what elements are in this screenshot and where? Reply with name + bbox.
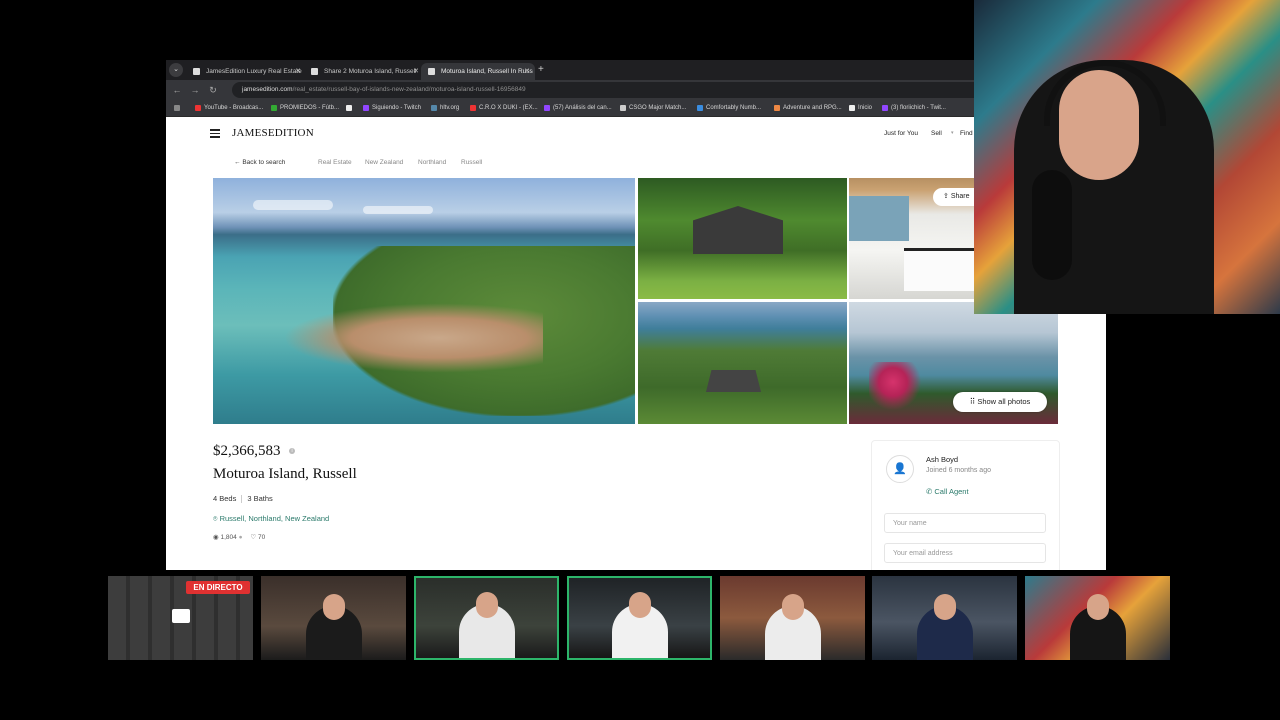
participant-head [322, 594, 345, 620]
bookmark-adventure[interactable]: Adventure and RPG... [774, 100, 842, 116]
info-icon: ● [238, 534, 245, 541]
menu-icon[interactable] [210, 129, 220, 138]
participant-tile-3[interactable] [414, 576, 559, 660]
participant-tile-4[interactable] [567, 576, 712, 660]
views-count: 1,804 [220, 534, 237, 541]
live-badge: EN DIRECTO [186, 581, 250, 594]
tab-1[interactable]: JamesEdition Luxury Real Estate ✕ [186, 63, 306, 80]
agent-card: 👤 Ash Boyd Joined 6 months ago ✆ Call Ag… [871, 440, 1060, 570]
web-page: JAMESEDITION Just for You Sell ▾ Find ← … [166, 117, 1106, 570]
url-path: /real_estate/russell-bay-of-islands-new-… [292, 86, 526, 93]
bookmark-hltv[interactable]: hltv.org [431, 100, 459, 116]
screen-share-icon [172, 609, 190, 623]
show-all-photos-button[interactable]: ⠿ Show all photos [953, 392, 1047, 412]
tab-2[interactable]: Share 2 Moturoa Island, Russell ✕ [304, 63, 424, 80]
back-arrow-icon[interactable]: ← [170, 83, 184, 97]
photo-aerial-house[interactable] [638, 302, 847, 424]
participant-head [475, 592, 498, 618]
close-icon[interactable]: ✕ [295, 63, 301, 80]
site-logo[interactable]: JAMESEDITION [232, 127, 314, 139]
nav-find[interactable]: Find [960, 130, 973, 137]
listing-price: $2,366,583 [213, 443, 281, 459]
heart-icon[interactable]: ♡ [250, 534, 258, 541]
microphone [1032, 170, 1072, 280]
reload-icon[interactable]: ↻ [206, 83, 220, 97]
favicon-icon [311, 68, 318, 75]
bookmark-comfortably-numb[interactable]: Comfortably Numb... [697, 100, 761, 116]
bookmarks-bar: YouTube - Broadcas... PROMIEDOS - Fútb..… [166, 100, 1106, 117]
call-agent-button[interactable]: ✆ Call Agent [926, 487, 969, 496]
bookmark-duki[interactable]: C.R.O X DUKI - (EX... [470, 100, 538, 116]
agent-avatar-icon: 👤 [886, 455, 914, 483]
bookmark-analisis[interactable]: (57) Análisis del can... [544, 100, 612, 116]
breadcrumb-northland[interactable]: Northland [418, 159, 446, 166]
breadcrumb-new-zealand[interactable]: New Zealand [365, 159, 403, 166]
participant-tile-2[interactable] [261, 576, 406, 660]
bookmark-youtube[interactable]: YouTube - Broadcas... [195, 100, 263, 116]
participant-head [781, 594, 804, 620]
beds-count: 4 Beds [213, 494, 237, 503]
address-bar-row: ← → ↻ jamesedition.com/real_estate/russe… [166, 80, 1106, 100]
likes-count: 70 [257, 534, 266, 541]
info-icon[interactable]: i [289, 448, 295, 454]
close-icon[interactable]: ✕ [413, 63, 419, 80]
agent-name[interactable]: Ash Boyd [926, 455, 958, 464]
listing-specs: 4 Beds 3 Baths [213, 494, 273, 504]
participant-head [933, 594, 956, 620]
back-to-search-label: Back to search [242, 159, 286, 166]
tab-3-label: Moturoa Island, Russell In Russ [441, 68, 533, 75]
flowers [869, 362, 929, 412]
main-photo[interactable] [213, 178, 635, 424]
tab-2-label: Share 2 Moturoa Island, Russell [324, 68, 417, 75]
new-tab-button[interactable]: + [538, 63, 544, 77]
url-input[interactable]: jamesedition.com/real_estate/russell-bay… [232, 82, 1092, 98]
breadcrumb-real-estate[interactable]: Real Estate [318, 159, 352, 166]
participant-head [1086, 594, 1109, 620]
beach [283, 303, 543, 373]
nav-sell[interactable]: Sell [931, 130, 942, 137]
bookmark-apps-icon[interactable] [174, 100, 183, 116]
location-pin-icon: ⌾ [213, 514, 220, 523]
tab-bar: ⌄ JamesEdition Luxury Real Estate ✕ Shar… [166, 60, 1106, 80]
bookmark-inicio[interactable]: Inicio [849, 100, 872, 116]
share-icon: ⇪ [943, 193, 951, 200]
cloud [363, 206, 433, 214]
close-icon[interactable]: ✕ [524, 63, 530, 80]
listing-title: Moturoa Island, Russell [213, 466, 357, 482]
tab-search-button[interactable]: ⌄ [169, 63, 183, 77]
bookmark-csgo[interactable]: CSGO Major Match... [620, 100, 686, 116]
participant-tile-7[interactable] [1025, 576, 1170, 660]
cloud [253, 200, 333, 210]
favicon-icon [428, 68, 435, 75]
back-to-search-link[interactable]: ← Back to search [234, 159, 285, 166]
agent-joined: Joined 6 months ago [926, 467, 991, 474]
name-field[interactable]: Your name [884, 513, 1046, 533]
house [693, 206, 783, 254]
favicon-icon [193, 68, 200, 75]
participant-tile-5[interactable] [720, 576, 865, 660]
url-host: jamesedition.com [242, 86, 293, 93]
window [849, 196, 909, 241]
photo-house-exterior[interactable] [638, 178, 847, 299]
listing-location-link[interactable]: ⌾ Russell, Northland, New Zealand [213, 514, 329, 524]
chevron-down-icon[interactable]: ▾ [951, 130, 954, 136]
participant-head [628, 592, 651, 618]
forward-arrow-icon[interactable]: → [188, 83, 202, 97]
tab-3-active[interactable]: Moturoa Island, Russell In Russ ✕ [421, 63, 535, 80]
bookmark-promiedos[interactable]: PROMIEDOS - Fútb... [271, 100, 339, 116]
breadcrumb-russell[interactable]: Russell [461, 159, 482, 166]
listing-stats: ◉ 1,804 ● ♡ 70 [213, 533, 265, 541]
nav-just-for-you[interactable]: Just for You [884, 130, 918, 137]
bookmark-twitch-2[interactable]: (3) floriichich - Twit... [882, 100, 946, 116]
tab-1-label: JamesEdition Luxury Real Estate [206, 68, 302, 75]
streamer-webcam [974, 0, 1280, 314]
browser-window: ⌄ JamesEdition Luxury Real Estate ✕ Shar… [166, 60, 1106, 570]
baths-count: 3 Baths [247, 494, 273, 503]
bookmark-twitch[interactable]: Siguiendo - Twitch [363, 100, 421, 116]
bookmark-x-icon[interactable] [346, 100, 355, 116]
roof [706, 370, 761, 392]
email-field[interactable]: Your email address [884, 543, 1046, 563]
participant-tile-6[interactable] [872, 576, 1017, 660]
